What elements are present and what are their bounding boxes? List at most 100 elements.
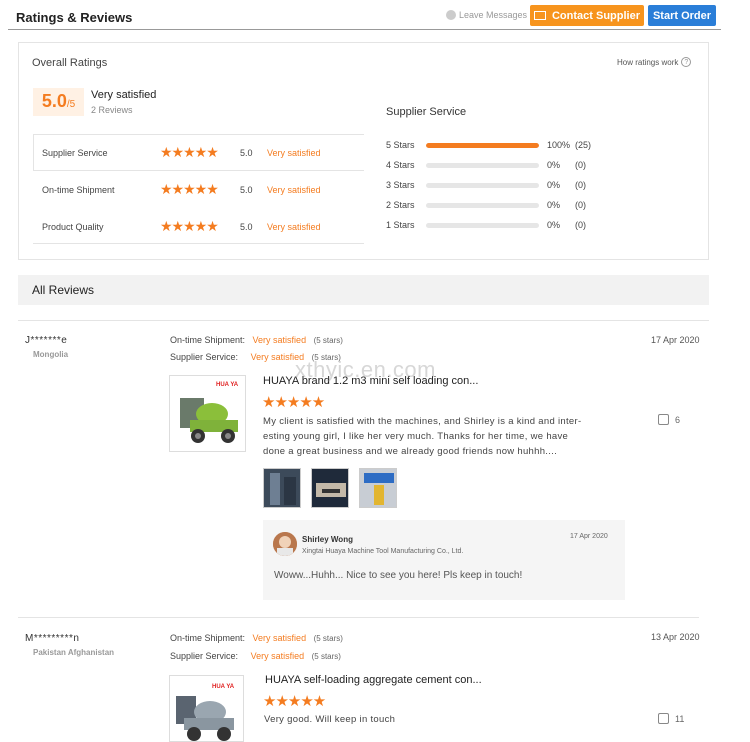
review-count: 2 Reviews xyxy=(91,105,133,115)
product-brand: HUA YA xyxy=(212,684,235,690)
supplier-reply xyxy=(263,520,625,600)
like-button[interactable]: 11 xyxy=(658,713,684,724)
review-shipment-rating: On-time Shipment: Very satisfied (5 star… xyxy=(170,633,343,643)
product-image[interactable]: HUA YA xyxy=(169,375,246,452)
shipment-value: Very satisfied xyxy=(252,335,307,345)
like-count: 6 xyxy=(675,414,681,425)
review-date: 13 Apr 2020 xyxy=(651,632,700,642)
product-brand: HUA YA xyxy=(216,382,239,388)
shipment-value: Very satisfied xyxy=(252,633,307,643)
review-text: My client is satisfied with the machines… xyxy=(263,414,623,459)
all-reviews-title: All Reviews xyxy=(32,283,95,297)
reviewer-country: Pakistan Afghanistan xyxy=(33,648,115,657)
overall-score-badge: 5.0 /5 xyxy=(33,88,84,116)
review-service-rating: Supplier Service: Very satisfied (5 star… xyxy=(170,651,341,661)
distribution-percent: 0% xyxy=(547,180,561,190)
star-distribution-row: 2 Stars 0% (0) xyxy=(386,195,586,215)
distribution-count: (0) xyxy=(575,180,586,190)
review-photo-thumbnail[interactable] xyxy=(359,468,397,508)
overall-ratings-label: Overall Ratings xyxy=(32,57,108,69)
review-photo-1 xyxy=(264,469,300,507)
distribution-percent: 0% xyxy=(547,220,561,230)
review-text-line: esting young girl, I like her very much.… xyxy=(263,431,569,442)
star-distribution-row: 4 Stars 0% (0) xyxy=(386,155,586,175)
leave-messages-link[interactable]: Leave Messages xyxy=(446,10,527,20)
category-score: 5.0 xyxy=(240,147,253,158)
service-label: Supplier Service: xyxy=(170,352,239,362)
distribution-count: (25) xyxy=(575,140,592,150)
distribution-bar xyxy=(426,142,539,148)
distribution-count: (0) xyxy=(575,160,586,170)
category-label: Supplier Service xyxy=(42,147,108,158)
reply-author-name: Shirley Wong xyxy=(302,535,353,544)
category-label: On-time Shipment xyxy=(42,184,115,195)
distribution-percent: 100% xyxy=(547,140,571,150)
review-divider xyxy=(18,617,699,618)
mixer-truck-image: HUA YA xyxy=(170,676,243,741)
star-level-label: 4 Stars xyxy=(386,160,415,170)
category-satisfaction: Very satisfied xyxy=(267,147,321,158)
all-reviews-divider xyxy=(18,320,709,321)
product-title-link[interactable]: HUAYA self-loading aggregate cement con.… xyxy=(265,674,482,686)
category-label: Product Quality xyxy=(42,221,104,232)
distribution-percent: 0% xyxy=(547,160,561,170)
watermark: xthyic.en.com xyxy=(295,357,436,382)
contact-supplier-button[interactable]: Contact Supplier xyxy=(530,5,644,26)
review-photo-2 xyxy=(312,469,348,507)
category-stars: ★★★★★ xyxy=(160,218,219,234)
review-stars: ★★★★★ xyxy=(263,693,326,710)
envelope-icon xyxy=(533,11,546,20)
reply-text: Woww...Huhh... Nice to see you here! Pls… xyxy=(274,570,523,581)
distribution-bar-fill xyxy=(426,142,539,148)
service-value: Very satisfied xyxy=(250,651,305,661)
review-photo-thumbnail[interactable] xyxy=(311,468,349,508)
review-stars: ★★★★★ xyxy=(262,394,325,411)
reviewer-name: M*********n xyxy=(25,633,80,644)
supplier-service-title: Supplier Service xyxy=(386,106,467,118)
reply-date: 17 Apr 2020 xyxy=(570,533,608,540)
avatar xyxy=(273,532,297,556)
category-stars: ★★★★★ xyxy=(160,181,219,197)
distribution-bar xyxy=(426,222,539,228)
product-image[interactable]: HUA YA xyxy=(169,675,244,742)
thumbs-up-icon xyxy=(658,713,669,724)
how-ratings-work-link[interactable]: How ratings work ? xyxy=(617,57,692,67)
thumbs-up-icon xyxy=(658,414,669,425)
review-text: Very good. Will keep in touch xyxy=(264,712,395,727)
category-stars: ★★★★★ xyxy=(160,144,219,160)
how-ratings-work-label: How ratings work xyxy=(617,57,679,67)
reply-company-name: Xingtai Huaya Machine Tool Manufacturing… xyxy=(302,548,464,555)
like-button[interactable]: 6 xyxy=(658,414,680,425)
review-photo-3 xyxy=(360,469,396,507)
leave-messages-label: Leave Messages xyxy=(459,10,528,20)
header-divider xyxy=(8,29,721,30)
distribution-bar xyxy=(426,202,539,208)
reviewer-name: J*******e xyxy=(25,335,68,346)
star-level-label: 5 Stars xyxy=(386,140,415,150)
review-text-line: done a great business and we already goo… xyxy=(263,446,558,457)
review-shipment-rating: On-time Shipment: Very satisfied (5 star… xyxy=(170,335,343,345)
help-icon: ? xyxy=(681,57,692,67)
star-level-label: 3 Stars xyxy=(386,180,415,190)
start-order-button[interactable]: Start Order xyxy=(648,5,716,26)
review-text-line: Very good. Will keep in touch xyxy=(264,714,396,725)
distribution-bar xyxy=(426,182,539,188)
contact-supplier-label: Contact Supplier xyxy=(551,9,640,22)
shipment-label: On-time Shipment: xyxy=(170,335,246,345)
distribution-count: (0) xyxy=(575,200,586,210)
star-distribution-row: 1 Stars 0% (0) xyxy=(386,215,586,235)
overall-score-suffix: /5 xyxy=(66,99,76,110)
avatar-image xyxy=(273,532,297,556)
shipment-stars: (5 stars) xyxy=(313,634,343,643)
category-row-product-quality: Product Quality ★★★★★ 5.0 Very satisfied xyxy=(33,208,364,245)
star-distribution-row: 5 Stars 100% (25) xyxy=(386,135,591,155)
shipment-stars: (5 stars) xyxy=(313,336,343,345)
overall-score: 5.0 xyxy=(41,91,67,111)
category-satisfaction: Very satisfied xyxy=(267,221,321,232)
star-distribution-row: 3 Stars 0% (0) xyxy=(386,175,586,195)
category-satisfaction: Very satisfied xyxy=(267,184,321,195)
category-row-supplier-service: Supplier Service ★★★★★ 5.0 Very satisfie… xyxy=(33,134,364,171)
star-level-label: 2 Stars xyxy=(386,200,415,210)
distribution-bar xyxy=(426,162,539,168)
review-photo-thumbnail[interactable] xyxy=(263,468,301,508)
